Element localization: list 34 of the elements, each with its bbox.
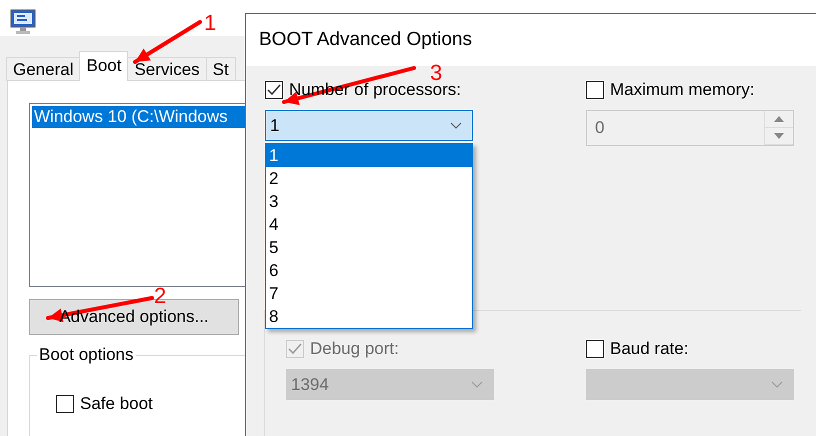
group-title: Boot options <box>37 345 136 365</box>
tab[interactable]: Boot <box>79 51 128 81</box>
computer-icon <box>10 8 36 36</box>
annotation-number: 3 <box>430 60 442 86</box>
list-item[interactable]: Windows 10 (C:\Windows <box>32 106 245 128</box>
chevron-down-icon <box>471 381 483 388</box>
checkbox[interactable] <box>56 395 74 413</box>
tab[interactable]: General <box>6 57 80 81</box>
checkbox-label: Maximum memory: <box>610 80 755 100</box>
dropdown-option[interactable]: 7 <box>266 282 472 305</box>
checkbox[interactable] <box>586 81 604 99</box>
down-triangle-icon <box>774 133 784 139</box>
annotation-number: 1 <box>204 10 216 36</box>
checkbox-label: Baud rate: <box>610 339 688 359</box>
annotation-arrow <box>133 20 202 64</box>
dropdown-option[interactable]: 4 <box>266 213 472 236</box>
dropdown-option[interactable]: 2 <box>266 167 472 190</box>
memory-spin-field[interactable]: 0 <box>586 110 794 146</box>
dropdown-option[interactable]: 1 <box>266 144 472 167</box>
dropdown-option[interactable]: 3 <box>266 190 472 213</box>
boot-list[interactable]: Windows 10 (C:\Windows <box>29 103 245 287</box>
checkbox[interactable] <box>586 340 604 358</box>
dropdown-option[interactable]: 6 <box>266 259 472 282</box>
chevron-down-icon <box>771 381 783 388</box>
checkbox-label: Safe boot <box>80 394 153 414</box>
dropdown-option[interactable]: 5 <box>266 236 472 259</box>
checkbox-label: Debug port: <box>310 339 399 359</box>
chevron-down-icon <box>450 122 462 129</box>
checkbox[interactable] <box>265 81 283 99</box>
tab[interactable]: St <box>206 57 236 81</box>
window-title: BOOT Advanced Options <box>259 29 472 51</box>
dropdown-option[interactable]: 8 <box>266 305 472 328</box>
processor-dropdown[interactable]: 1 <box>265 110 473 141</box>
up-triangle-icon <box>774 116 784 122</box>
